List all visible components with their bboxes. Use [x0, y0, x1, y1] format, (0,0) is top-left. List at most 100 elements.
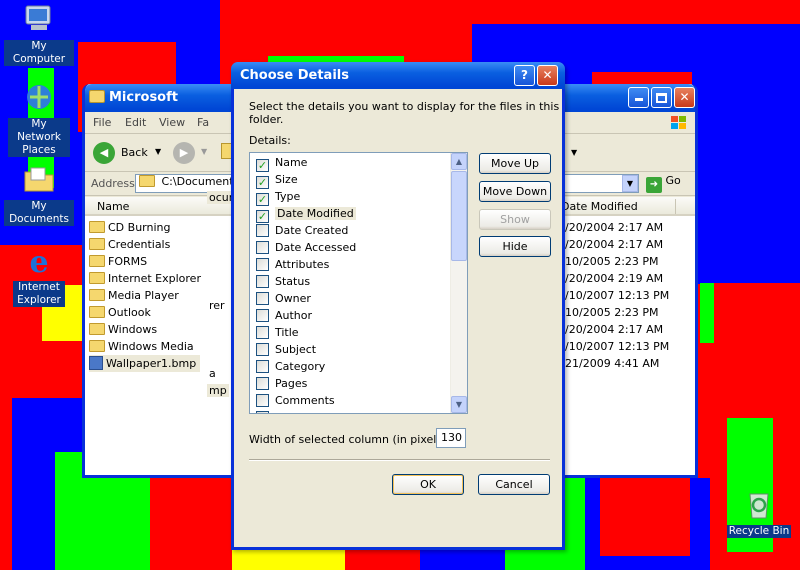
- go-button[interactable]: ➜ Go: [646, 174, 688, 193]
- detail-item-size[interactable]: ✓ Size: [256, 171, 298, 189]
- go-arrow-icon: ➜: [646, 177, 662, 193]
- checkbox-unchecked[interactable]: [256, 275, 269, 288]
- checkbox-unchecked[interactable]: [256, 258, 269, 271]
- detail-item-pages[interactable]: Pages: [256, 375, 307, 392]
- desktop-icon-label: Internet Explorer: [13, 281, 65, 307]
- checkbox-unchecked[interactable]: [256, 394, 269, 407]
- close-icon: ✕: [679, 90, 690, 104]
- dialog-title: Choose Details: [240, 68, 349, 83]
- hide-button[interactable]: Hide: [479, 236, 551, 257]
- column-width-input[interactable]: 130: [436, 428, 466, 448]
- dialog-close-button[interactable]: ✕: [537, 65, 558, 86]
- forward-button[interactable]: ▶ ▼: [173, 140, 213, 166]
- detail-item-comments[interactable]: Comments: [256, 392, 335, 409]
- help-button[interactable]: ?: [514, 65, 535, 86]
- detail-item-date-modified[interactable]: ✓ Date Modified: [256, 205, 356, 223]
- ok-button[interactable]: OK: [392, 474, 464, 495]
- dialog-instruction: Select the details you want to display f…: [249, 100, 560, 126]
- folder-icon: [89, 289, 105, 301]
- detail-item-date-accessed[interactable]: Date Accessed: [256, 239, 356, 256]
- detail-item-type[interactable]: ✓ Type: [256, 188, 300, 206]
- maximize-button[interactable]: [651, 87, 672, 108]
- column-date-modified[interactable]: Date Modified: [561, 200, 638, 213]
- checkbox-unchecked[interactable]: [256, 224, 269, 237]
- folder-icon: [89, 90, 105, 103]
- back-arrow-icon: ◀: [93, 142, 115, 164]
- move-down-button[interactable]: Move Down: [479, 181, 551, 202]
- folder-icon: [139, 175, 155, 187]
- svg-text:e: e: [29, 245, 48, 277]
- address-label: Address: [91, 177, 135, 190]
- checkbox-unchecked[interactable]: [256, 411, 269, 413]
- desktop-icon-my-computer[interactable]: My Computer: [4, 4, 74, 66]
- column-name[interactable]: Name: [97, 200, 129, 213]
- wallpaper-block: [600, 478, 690, 556]
- detail-item-status[interactable]: Status: [256, 273, 310, 290]
- desktop-icon-my-documents[interactable]: My Documents: [4, 164, 74, 226]
- choose-details-dialog: Choose Details ? ✕ Select the details yo…: [231, 62, 565, 550]
- desktop-icon-internet-explorer[interactable]: e Internet Explorer: [4, 245, 74, 307]
- detail-item-subject[interactable]: Subject: [256, 341, 316, 358]
- date-cell: /20/2004 2:17 AM: [565, 323, 664, 336]
- column-divider[interactable]: [675, 199, 676, 214]
- chevron-down-icon: ▼: [201, 147, 208, 156]
- checkbox-unchecked[interactable]: [256, 241, 269, 254]
- address-dropdown[interactable]: ▼: [622, 175, 638, 192]
- desktop-icon-recycle-bin[interactable]: Recycle Bin: [724, 488, 794, 538]
- scroll-thumb[interactable]: [451, 171, 467, 261]
- detail-item-partial[interactable]: [256, 409, 275, 413]
- back-button[interactable]: ◀ Back ▼: [93, 140, 163, 166]
- checkbox-unchecked[interactable]: [256, 309, 269, 322]
- list-item[interactable]: Credentials: [89, 236, 170, 253]
- list-item[interactable]: Windows Media: [89, 338, 194, 355]
- list-item[interactable]: Outlook: [89, 304, 151, 321]
- date-cell: /20/2004 2:17 AM: [565, 238, 664, 251]
- menu-favorites[interactable]: Fa: [197, 116, 209, 129]
- folder-icon: [89, 306, 105, 318]
- menu-edit[interactable]: Edit: [125, 116, 146, 129]
- checkbox-unchecked[interactable]: [256, 343, 269, 356]
- list-scrollbar[interactable]: ▲ ▼: [450, 153, 467, 413]
- detail-item-owner[interactable]: Owner: [256, 290, 311, 307]
- list-item[interactable]: Windows: [89, 321, 157, 338]
- detail-item-attributes[interactable]: Attributes: [256, 256, 329, 273]
- show-button[interactable]: Show: [479, 209, 551, 230]
- list-item[interactable]: Media Player: [89, 287, 179, 304]
- wallpaper-block: [700, 283, 714, 343]
- list-item[interactable]: FORMS: [89, 253, 147, 270]
- detail-item-category[interactable]: Category: [256, 358, 325, 375]
- list-item[interactable]: CD Burning: [89, 219, 170, 236]
- date-cell: /10/2007 12:13 PM: [565, 289, 670, 302]
- menu-file[interactable]: File: [93, 116, 111, 129]
- move-up-button[interactable]: Move Up: [479, 153, 551, 174]
- windows-logo-icon: [669, 114, 689, 135]
- list-item[interactable]: Internet Explorer: [89, 270, 201, 287]
- scroll-up-button[interactable]: ▲: [451, 153, 467, 170]
- desktop-icon-my-network-places[interactable]: My Network Places: [4, 82, 74, 157]
- detail-item-date-created[interactable]: Date Created: [256, 222, 348, 239]
- detail-item-title[interactable]: Title: [256, 324, 299, 341]
- detail-item-author[interactable]: Author: [256, 307, 312, 324]
- partial-text: rer: [209, 299, 225, 312]
- date-cell: 10/2005 2:23 PM: [565, 255, 659, 268]
- close-button[interactable]: ✕: [674, 87, 695, 108]
- bitmap-file-icon: [89, 356, 103, 370]
- menu-view[interactable]: View: [159, 116, 185, 129]
- chevron-down-icon[interactable]: ▼: [571, 148, 577, 157]
- details-label: Details:: [249, 134, 291, 147]
- help-icon: ?: [521, 68, 528, 82]
- detail-item-name[interactable]: ✓ Name: [256, 154, 307, 172]
- maximize-icon: [656, 93, 667, 103]
- date-cell: /10/2007 12:13 PM: [565, 340, 670, 353]
- cancel-button[interactable]: Cancel: [478, 474, 550, 495]
- checkbox-unchecked[interactable]: [256, 377, 269, 390]
- checkbox-unchecked[interactable]: [256, 360, 269, 373]
- list-item[interactable]: Wallpaper1.bmp: [89, 355, 201, 372]
- checkbox-unchecked[interactable]: [256, 326, 269, 339]
- folder-icon: [89, 340, 105, 352]
- dialog-titlebar[interactable]: Choose Details ? ✕: [231, 62, 565, 89]
- folder-icon: [89, 255, 105, 267]
- scroll-down-button[interactable]: ▼: [451, 396, 467, 413]
- minimize-button[interactable]: [628, 87, 649, 108]
- checkbox-unchecked[interactable]: [256, 292, 269, 305]
